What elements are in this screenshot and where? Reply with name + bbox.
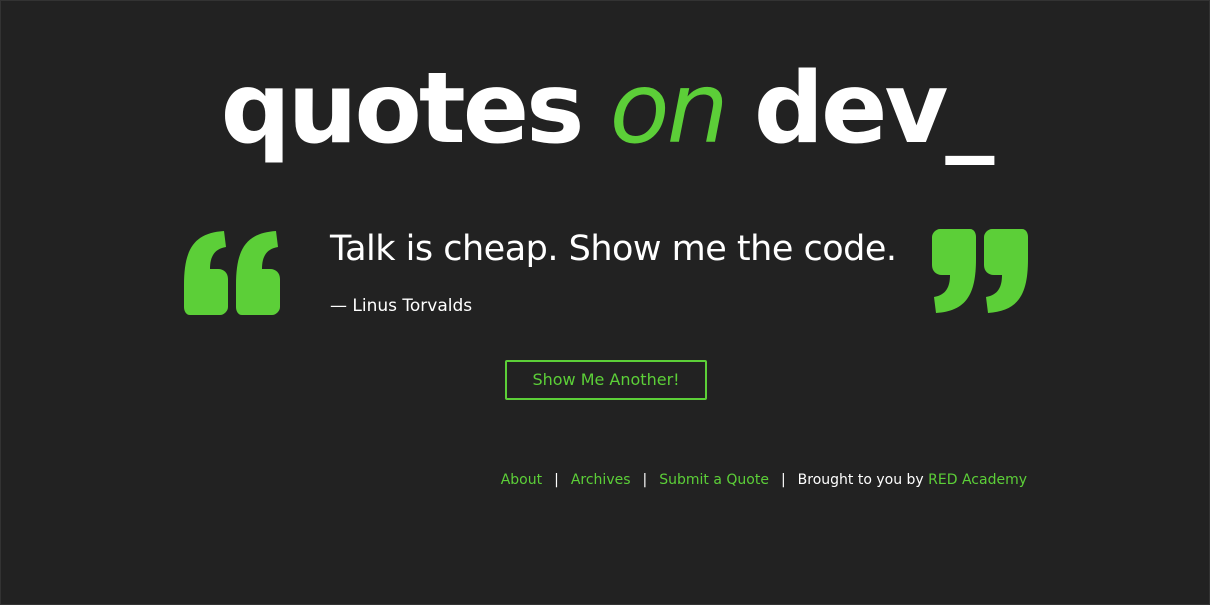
- footer-separator: |: [780, 472, 786, 488]
- logo-word-quotes: quotes: [220, 52, 585, 166]
- site-logo[interactable]: quotes on dev_: [1, 59, 1210, 159]
- logo-word-dev: dev_: [753, 52, 994, 166]
- show-another-button[interactable]: Show Me Another!: [505, 360, 707, 400]
- footer-credit-prefix: Brought to you by: [797, 472, 924, 488]
- footer-separator: |: [554, 472, 559, 488]
- open-quote-icon: [184, 231, 280, 315]
- quote-author: — Linus Torvalds: [330, 296, 473, 316]
- quote-text: Talk is cheap. Show me the code.: [330, 229, 897, 269]
- logo-word-on: on: [609, 52, 729, 166]
- footer-link-archives[interactable]: Archives: [571, 472, 631, 488]
- footer-link-about[interactable]: About: [501, 472, 542, 488]
- footer-link-submit[interactable]: Submit a Quote: [659, 472, 769, 488]
- close-quote-icon: [932, 229, 1028, 313]
- footer-separator: |: [642, 472, 648, 488]
- footer-link-red-academy[interactable]: RED Academy: [928, 472, 1027, 488]
- site-footer: About | Archives | Submit a Quote | Brought to…: [501, 470, 1027, 490]
